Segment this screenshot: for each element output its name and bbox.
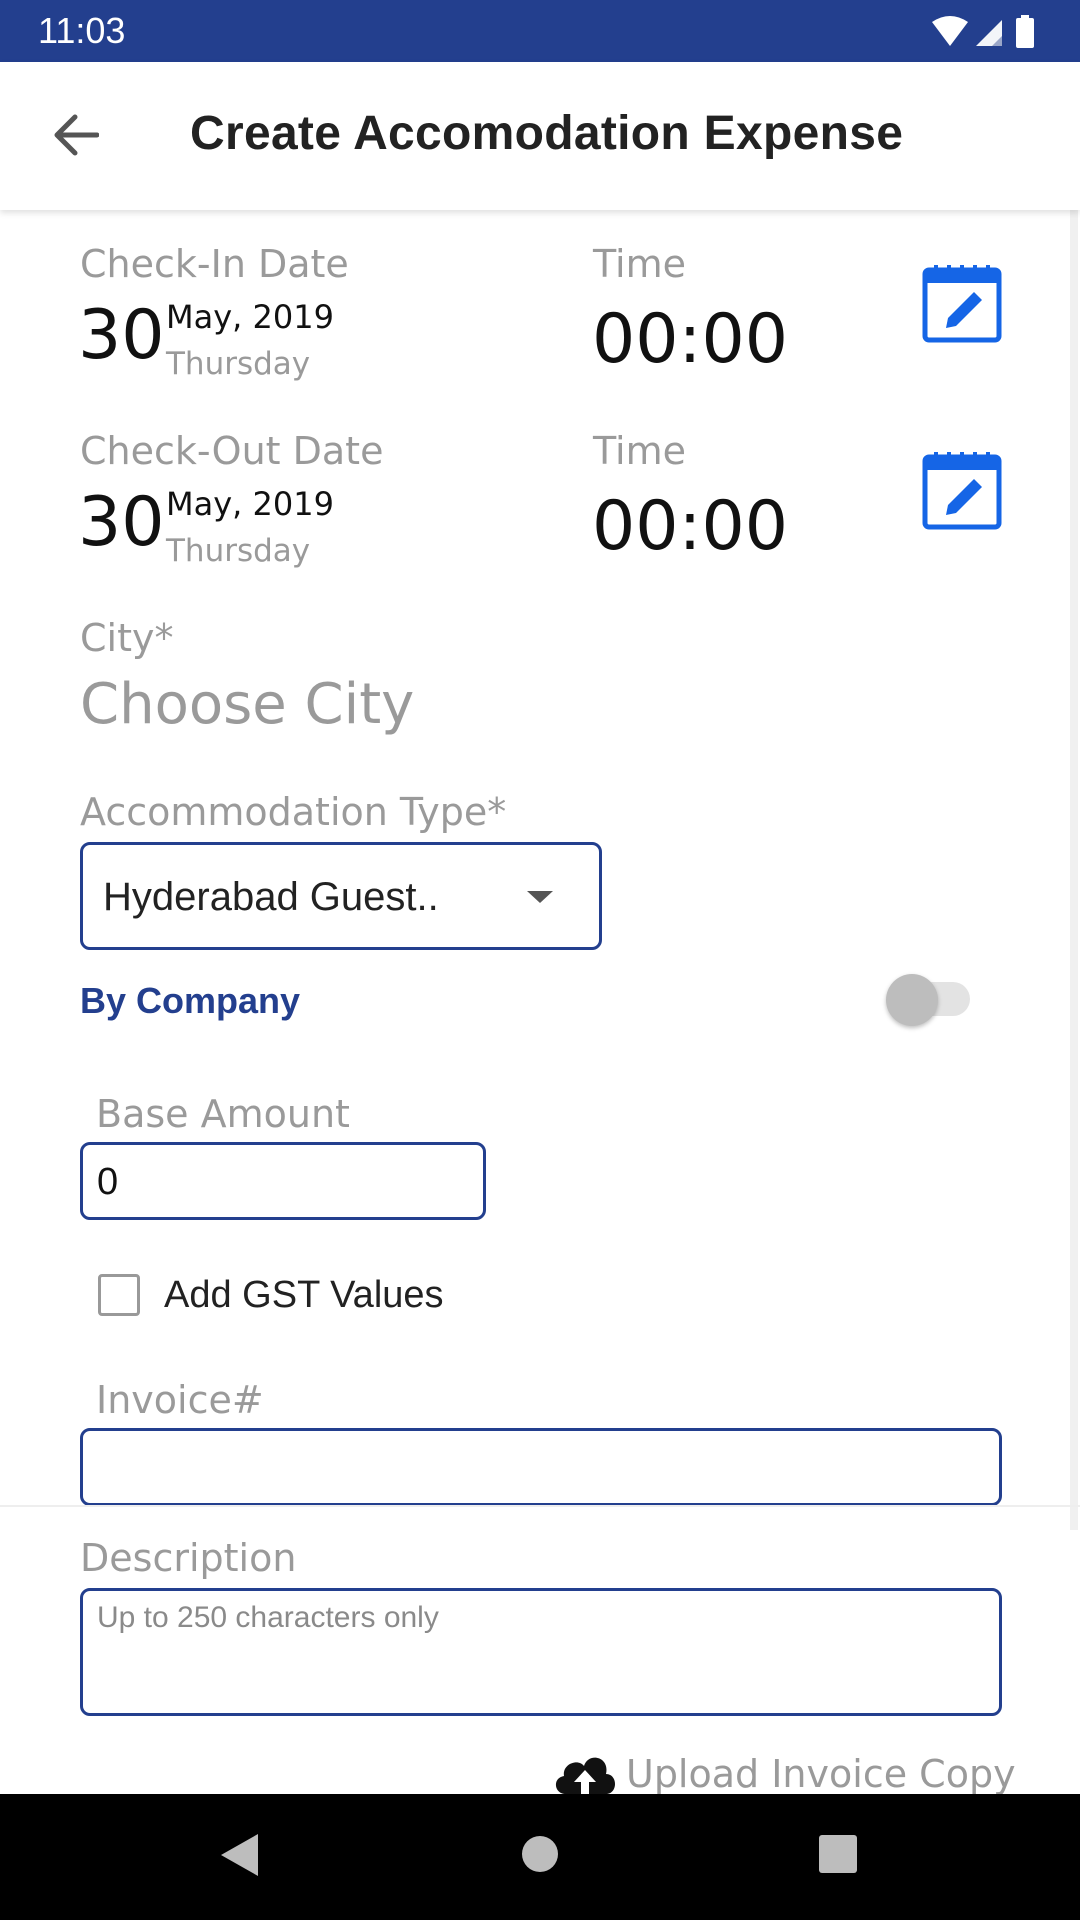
battery-icon (1016, 18, 1034, 48)
scrollbar (1070, 210, 1078, 1530)
description-textarea[interactable]: Up to 250 characters only (80, 1588, 1002, 1716)
check-out-weekday: Thursday (166, 533, 311, 569)
check-in-time[interactable]: 00:00 (592, 300, 788, 379)
cloud-upload-icon[interactable] (552, 1748, 618, 1794)
dropdown-arrow-icon (527, 891, 553, 903)
city-label: City* (80, 616, 174, 660)
add-gst-checkbox[interactable] (98, 1274, 140, 1316)
base-amount-value: 0 (97, 1161, 119, 1203)
navigation-bar (0, 1794, 1080, 1920)
by-company-label: By Company (80, 980, 301, 1021)
invoice-label: Invoice# (96, 1378, 264, 1422)
back-button[interactable] (40, 108, 110, 162)
city-picker[interactable]: Choose City (80, 672, 414, 737)
nav-home-icon[interactable] (520, 1834, 560, 1874)
check-out-month-year[interactable]: May, 2019 (166, 485, 334, 523)
by-company-toggle-thumb[interactable] (886, 974, 938, 1026)
status-bar (0, 0, 1080, 62)
check-in-month-year[interactable]: May, 2019 (166, 298, 334, 336)
upload-invoice-button[interactable]: Upload Invoice Copy (626, 1752, 1016, 1796)
invoice-input[interactable] (80, 1428, 1002, 1506)
check-out-label: Check-Out Date (80, 429, 384, 473)
accommodation-type-value: Hyderabad Guest.. (103, 875, 439, 919)
arrow-back-icon (54, 114, 99, 156)
base-amount-input[interactable]: 0 (80, 1142, 486, 1220)
description-placeholder: Up to 250 characters only (97, 1601, 439, 1634)
check-in-label: Check-In Date (80, 242, 349, 286)
check-in-day[interactable]: 30 (78, 296, 165, 375)
check-out-time[interactable]: 00:00 (592, 487, 788, 566)
page-title: Create Accomodation Expense (190, 107, 904, 160)
check-in-weekday: Thursday (166, 346, 311, 382)
status-icons (930, 14, 1040, 54)
divider (0, 1505, 1080, 1507)
calendar-edit-icon (922, 452, 1002, 530)
status-time: 11:03 (38, 10, 126, 51)
check-out-time-label: Time (593, 429, 686, 473)
accommodation-type-dropdown[interactable]: Hyderabad Guest.. (80, 842, 602, 950)
check-out-day[interactable]: 30 (78, 483, 165, 562)
add-gst-label[interactable]: Add GST Values (164, 1274, 444, 1317)
base-amount-label: Base Amount (96, 1092, 350, 1136)
wifi-icon (932, 16, 968, 46)
calendar-edit-icon (922, 265, 1002, 343)
nav-back-icon[interactable] (218, 1832, 260, 1878)
check-in-time-label: Time (593, 242, 686, 286)
description-label: Description (80, 1536, 297, 1580)
nav-recents-icon[interactable] (818, 1834, 858, 1874)
check-in-calendar-button[interactable] (922, 264, 1002, 344)
accommodation-type-label: Accommodation Type* (80, 790, 507, 834)
check-out-calendar-button[interactable] (922, 451, 1002, 531)
